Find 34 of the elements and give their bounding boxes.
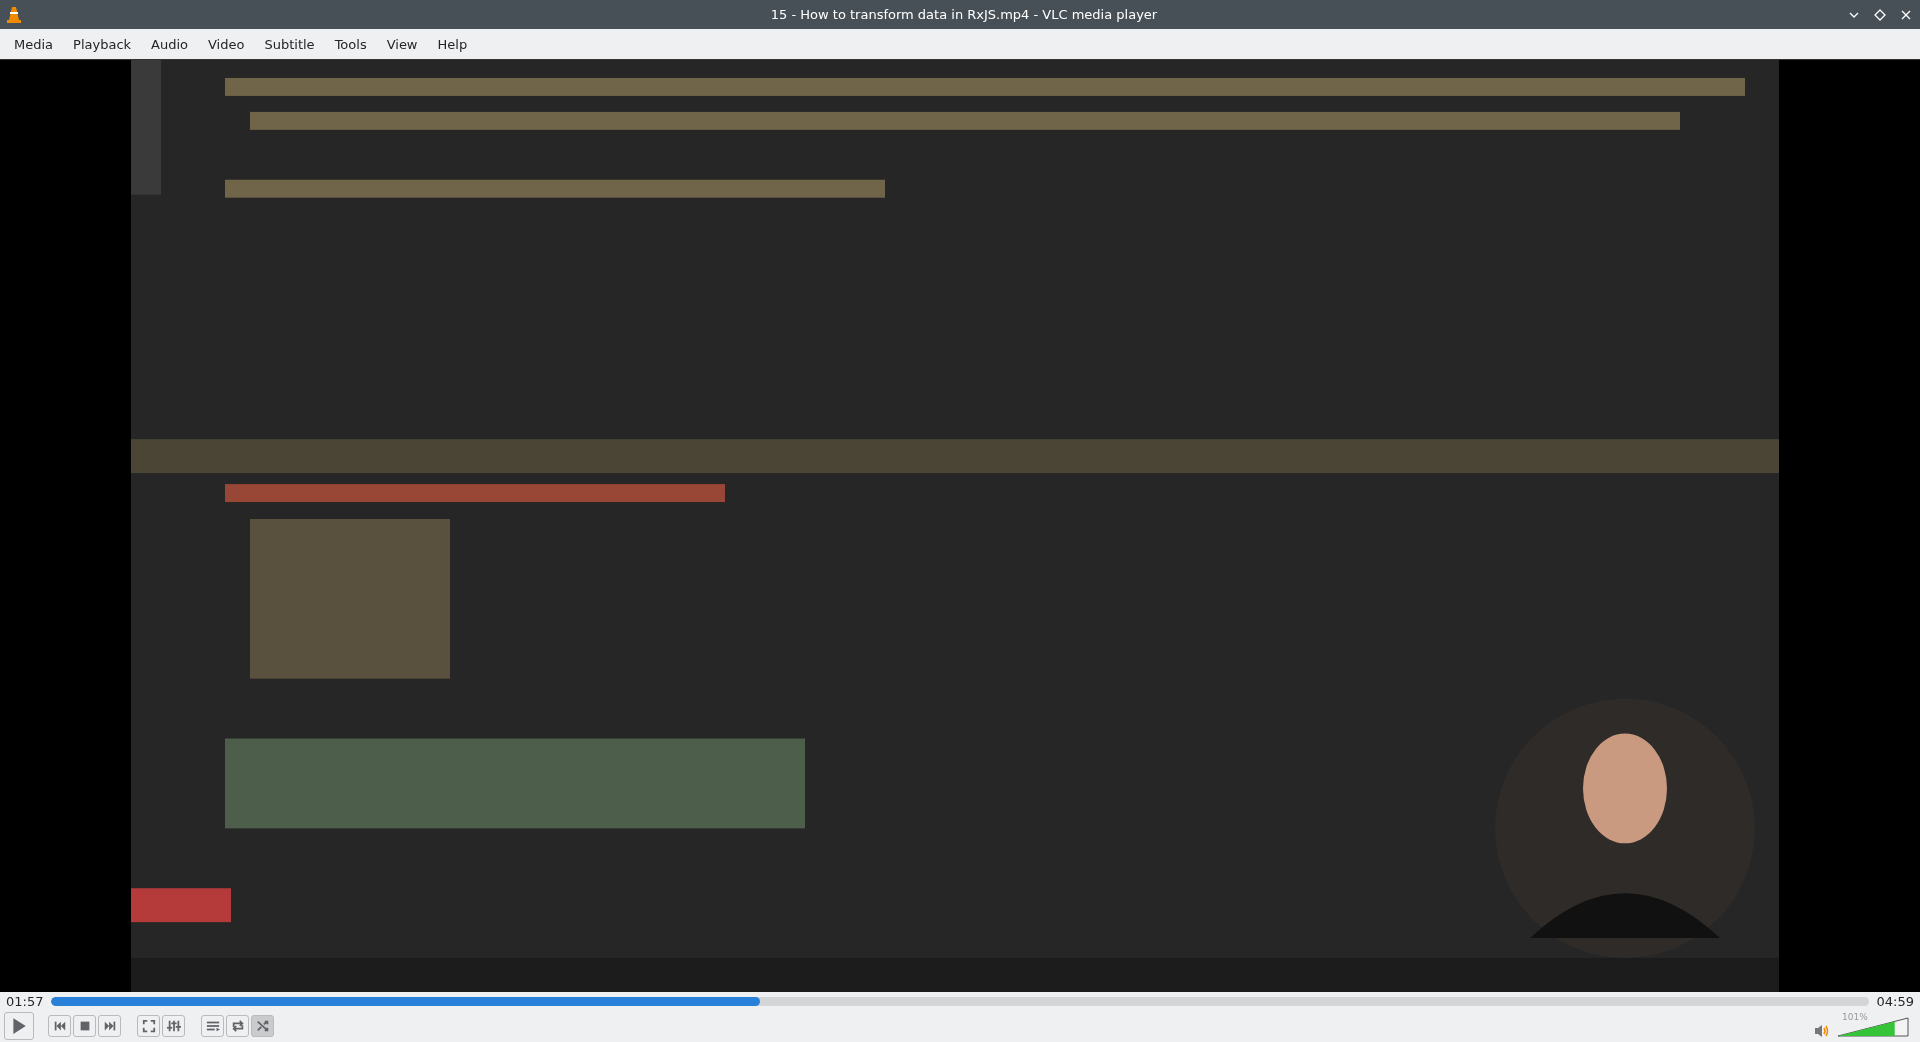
next-button[interactable] <box>98 1015 121 1037</box>
menu-item[interactable]: Audio <box>141 32 198 56</box>
equalizer-icon <box>166 1019 181 1033</box>
elapsed-time: 01:57 <box>6 993 44 1009</box>
speaker-icon <box>1814 1024 1830 1038</box>
menu-item[interactable]: Playback <box>63 32 142 56</box>
diamond-icon <box>1874 8 1886 21</box>
close-icon <box>1900 8 1912 21</box>
effects-button[interactable] <box>162 1015 185 1037</box>
window-title: 15 - How to transform data in RxJS.mp4 - VLC media player <box>769 7 1158 22</box>
previous-icon <box>52 1019 67 1033</box>
shuffle-icon <box>255 1019 270 1033</box>
next-icon <box>102 1019 117 1033</box>
menu-item[interactable]: Subtitle <box>254 32 325 56</box>
menu-item[interactable]: Tools <box>324 32 377 56</box>
playlist-button[interactable] <box>201 1015 224 1037</box>
fullscreen-button[interactable] <box>137 1015 160 1037</box>
play-icon <box>10 1017 28 1035</box>
prev-button[interactable] <box>48 1015 71 1037</box>
fullscreen-icon <box>141 1019 156 1033</box>
volume-reading: 101% <box>1842 1012 1868 1022</box>
menu-item[interactable]: Video <box>198 32 255 56</box>
shuffle-button[interactable] <box>251 1015 274 1037</box>
loop-button[interactable] <box>226 1015 249 1037</box>
seek-bar[interactable] <box>51 996 1869 1006</box>
playlist-icon <box>205 1019 220 1033</box>
loop-icon <box>230 1019 245 1033</box>
play-button[interactable] <box>4 1012 34 1040</box>
menu-item[interactable]: Media <box>4 32 64 56</box>
menu-item[interactable]: View <box>376 32 428 56</box>
menu-item[interactable]: Help <box>427 32 478 56</box>
stop-button[interactable] <box>73 1015 96 1037</box>
traffic-cone-icon <box>6 5 22 24</box>
total-time: 04:59 <box>1876 993 1914 1009</box>
